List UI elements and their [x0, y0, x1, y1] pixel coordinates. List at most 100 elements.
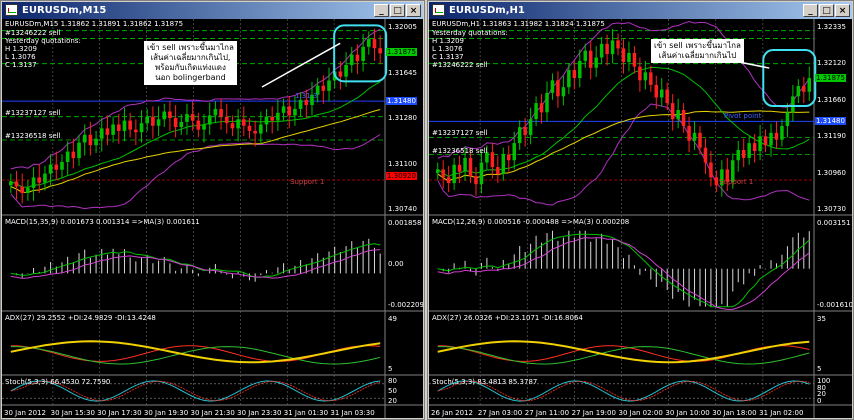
price-tag: 1.31875: [386, 48, 417, 57]
candle-body: [111, 124, 115, 135]
candle-body: [213, 108, 218, 116]
candle-body: [507, 154, 511, 161]
price-scale-label: 1.32335: [817, 23, 846, 31]
candle-body: [496, 167, 500, 174]
candle-body: [714, 177, 719, 186]
stoch-label: Stoch(5,3,3) 66.4530 72.7590: [5, 378, 111, 386]
candle-body: [665, 89, 669, 104]
candle-body: [54, 164, 59, 170]
candle-body: [77, 142, 81, 159]
yesterday-quotation-line: H 1.3209: [5, 45, 37, 53]
candle-body: [156, 119, 161, 126]
candle-body: [501, 154, 506, 174]
candle-body: [344, 64, 348, 77]
adx-plus-di-line: [10, 346, 381, 365]
price-scale-label: 1.30960: [817, 168, 846, 177]
stoch-scale-label: 0: [817, 397, 822, 405]
candle-body: [247, 125, 252, 131]
close-button[interactable]: ×: [406, 4, 421, 17]
time-axis-label: 30 Jan 23:30: [237, 409, 282, 417]
maximize-button[interactable]: □: [390, 4, 405, 17]
order-label: #13237127 sell: [5, 108, 61, 117]
window-titlebar[interactable]: EURUSDm,M15 _ □ ×: [2, 2, 423, 19]
candle-body: [253, 130, 257, 134]
candle-body: [179, 121, 184, 128]
price-scale-label: 1.32120: [817, 59, 846, 68]
candle-body: [60, 161, 64, 170]
time-axis-label: 27 Jan 19:00: [571, 409, 616, 417]
candle-body: [474, 176, 478, 185]
time-axis-label: 30 Jan 17:30: [97, 409, 142, 417]
candle-body: [567, 70, 571, 88]
trade-annotation: เข้า sell เพราะขึ้นมาไกล เส้นค่าเฉลี่ยมาก…: [144, 41, 237, 85]
candle-body: [572, 70, 577, 79]
candle-body: [534, 103, 538, 120]
candle-body: [796, 86, 801, 97]
time-axis-label: 27 Jan 03:00: [477, 409, 523, 417]
candle-body: [638, 66, 642, 81]
candle-body: [599, 43, 604, 58]
macd-ma-line: [10, 249, 381, 279]
candle-body: [545, 92, 549, 113]
pivot-label: 1.31-3: [295, 92, 318, 101]
time-axis-label: 31 Jan 03:30: [330, 409, 375, 417]
macd-ma-line: [437, 236, 810, 310]
annotation-line: เข้า sell เพราะขึ้นมาไกล: [654, 41, 741, 50]
candle-body: [71, 151, 76, 159]
time-axis-label: 31 Jan 02:00: [759, 409, 804, 417]
candle-body: [298, 99, 303, 109]
adx-main-line: [10, 340, 381, 364]
candle-body: [378, 48, 382, 54]
time-axis-label: 30 Jan 2012: [4, 409, 46, 417]
macd-scale-label: -0.001610: [817, 301, 852, 309]
support-label: Support 1: [290, 178, 325, 187]
chart-area[interactable]: EURUSDm,M15 1.31862 1.31891 1.31862 1.31…: [2, 19, 423, 418]
candle-body: [763, 136, 768, 146]
price-scale-label: 1.30740: [388, 205, 417, 213]
stoch-scale-label: 80: [388, 377, 397, 385]
chart-window-h1[interactable]: EURUSDm,H1 _ □ × EURUSDm,H1 1.31863 1.3198…: [427, 0, 854, 420]
time-axis-label: 30 Jan 18:00: [712, 409, 757, 417]
candle-body: [627, 52, 631, 63]
candle-body: [276, 112, 280, 121]
candle-body: [190, 114, 195, 121]
macd-scale-label: -0.002209: [388, 301, 423, 309]
candle-body: [65, 151, 70, 162]
candle-body: [441, 169, 445, 178]
candle-body: [82, 134, 87, 143]
yesterday-quotation-line: H 1.3209: [432, 37, 464, 45]
candle-body: [338, 71, 343, 77]
macd-scale-label: 0.00: [388, 260, 404, 268]
window-titlebar[interactable]: EURUSDm,H1 _ □ ×: [429, 2, 852, 19]
stoch-scale-label: 20: [388, 397, 397, 405]
candle-body: [769, 132, 773, 146]
price-tag: 1.31480: [815, 117, 846, 126]
candle-body: [659, 89, 664, 98]
candle-body: [621, 48, 626, 63]
candle-body: [173, 118, 178, 128]
candle-body: [452, 164, 456, 184]
trade-annotation: เข้า sell เพราะขึ้นมาไกล เส้นค่าเฉลี่ยมาก…: [651, 39, 744, 63]
time-axis-label: 26 Jan 2012: [431, 409, 473, 417]
close-button[interactable]: ×: [835, 4, 850, 17]
time-axis-label: 30 Jan 21:30: [190, 409, 235, 417]
fast-ma-line: [10, 81, 381, 188]
time-axis-label: 31 Jan 01:30: [283, 409, 329, 417]
price-scale-label: 1.31645: [388, 68, 417, 77]
candle-body: [230, 123, 235, 129]
candle-body: [463, 157, 467, 172]
minimize-button[interactable]: _: [803, 4, 818, 17]
time-axis-label: 30 Jan 19:30: [143, 409, 189, 417]
maximize-button[interactable]: □: [819, 4, 834, 17]
candle-body: [780, 125, 784, 140]
chart-window-m15[interactable]: EURUSDm,M15 _ □ × EURUSDm,M15 1.31862 1.31…: [0, 0, 425, 420]
minimize-button[interactable]: _: [374, 4, 389, 17]
adx-scale-label: 35: [817, 315, 826, 323]
candle-body: [37, 177, 42, 183]
candle-body: [594, 57, 598, 68]
chart-area[interactable]: EURUSDm,H1 1.31863 1.31982 1.31824 1.318…: [429, 19, 852, 418]
support-label: Support 1: [719, 178, 754, 187]
macd-scale-label: 0.003151: [817, 219, 851, 227]
window-title: EURUSDm,M15: [22, 5, 107, 16]
candle-body: [287, 106, 292, 116]
